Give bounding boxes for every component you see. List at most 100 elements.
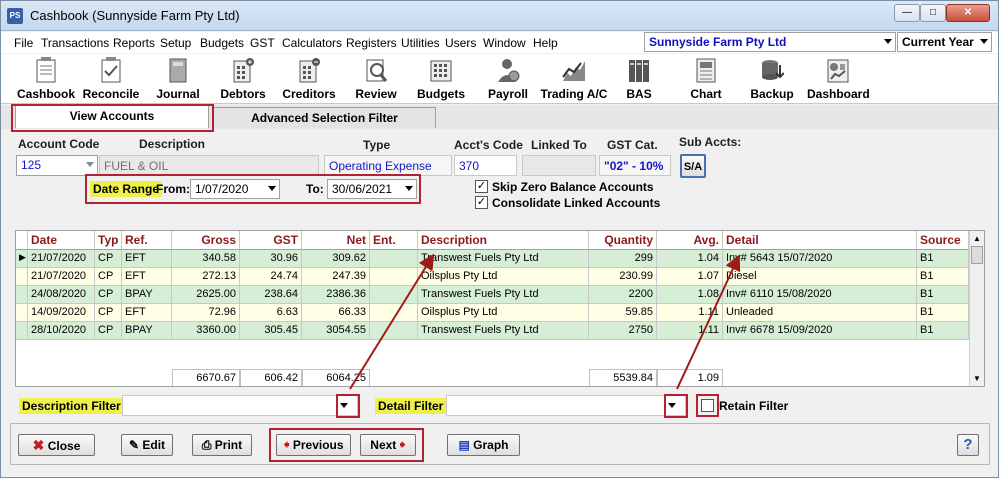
close-button[interactable]: ✖ Close bbox=[18, 434, 95, 456]
edit-icon: ✎ bbox=[128, 438, 140, 452]
date-to-value: 30/06/2021 bbox=[332, 182, 393, 196]
col-net[interactable]: Net bbox=[302, 231, 370, 250]
date-from-select[interactable]: 1/07/2020 bbox=[190, 179, 280, 199]
toolbar-label: Reconcile bbox=[82, 87, 140, 101]
col-source[interactable]: Source bbox=[917, 231, 969, 250]
scroll-thumb[interactable] bbox=[971, 246, 983, 264]
col-avg[interactable]: Avg. bbox=[657, 231, 723, 250]
menu-calculators[interactable]: Calculators bbox=[282, 36, 342, 50]
menu-bar: File Transactions Reports Setup Budgets … bbox=[1, 32, 998, 53]
toolbar-trading[interactable]: Trading A/C bbox=[539, 56, 609, 101]
menu-users[interactable]: Users bbox=[445, 36, 476, 50]
toolbar-backup[interactable]: Backup bbox=[749, 56, 795, 101]
table-row[interactable]: ▶ 21/07/2020 CP EFT 340.58 30.96 309.62 … bbox=[16, 250, 969, 268]
help-button[interactable]: ? bbox=[957, 434, 979, 456]
menu-transactions[interactable]: Transactions bbox=[41, 36, 109, 50]
menu-help[interactable]: Help bbox=[533, 36, 558, 50]
menu-reports[interactable]: Reports bbox=[113, 36, 155, 50]
toolbar-creditors[interactable]: Creditors bbox=[279, 56, 339, 101]
cell-ref: EFT bbox=[122, 268, 172, 286]
print-button[interactable]: ⎙ Print bbox=[192, 434, 252, 456]
row-indicator bbox=[16, 268, 28, 286]
date-from-value: 1/07/2020 bbox=[195, 182, 249, 196]
cell-ent bbox=[370, 250, 418, 268]
cell-gst: 24.74 bbox=[240, 268, 302, 286]
menu-window[interactable]: Window bbox=[483, 36, 526, 50]
table-row[interactable]: 14/09/2020 CP EFT 72.96 6.63 66.33 Oilsp… bbox=[16, 304, 969, 322]
menu-utilities[interactable]: Utilities bbox=[401, 36, 440, 50]
company-name: Sunnyside Farm Pty Ltd bbox=[649, 35, 787, 49]
table-row[interactable]: 24/08/2020 CP BPAY 2625.00 238.64 2386.3… bbox=[16, 286, 969, 304]
edit-button[interactable]: ✎ Edit bbox=[121, 434, 173, 456]
toolbar-label: Dashboard bbox=[807, 87, 870, 101]
close-window-button[interactable]: ✕ bbox=[946, 4, 990, 22]
menu-gst[interactable]: GST bbox=[250, 36, 275, 50]
cell-date: 21/07/2020 bbox=[28, 250, 95, 268]
toolbar-budgets[interactable]: Budgets bbox=[415, 56, 467, 101]
col-description[interactable]: Description bbox=[418, 231, 589, 250]
col-quantity[interactable]: Quantity bbox=[589, 231, 657, 250]
period-select[interactable]: Current Year bbox=[897, 32, 992, 52]
skip-zero-checkbox[interactable]: ✓ bbox=[475, 180, 488, 193]
menu-registers[interactable]: Registers bbox=[346, 36, 397, 50]
detail-filter-label: Detail Filter bbox=[375, 398, 447, 414]
next-button[interactable]: Next 🠺 bbox=[360, 434, 416, 456]
transactions-grid[interactable]: Date Typ Ref. Gross GST Net Ent. Descrip… bbox=[15, 230, 985, 387]
maximize-button[interactable]: □ bbox=[920, 4, 946, 22]
scroll-up-icon[interactable]: ▲ bbox=[973, 234, 981, 243]
cell-date: 21/07/2020 bbox=[28, 268, 95, 286]
graph-button-label: Graph bbox=[473, 438, 509, 452]
table-row[interactable]: 21/07/2020 CP EFT 272.13 24.74 247.39 Oi… bbox=[16, 268, 969, 286]
account-code-value: 125 bbox=[21, 158, 42, 172]
toolbar-payroll[interactable]: Payroll bbox=[485, 56, 531, 101]
company-select[interactable]: Sunnyside Farm Pty Ltd bbox=[644, 32, 896, 52]
col-gst[interactable]: GST bbox=[240, 231, 302, 250]
col-date[interactable]: Date bbox=[28, 231, 95, 250]
creditors-icon bbox=[296, 56, 322, 83]
minimize-button[interactable]: — bbox=[894, 4, 920, 22]
table-row[interactable]: 28/10/2020 CP BPAY 3360.00 305.45 3054.5… bbox=[16, 322, 969, 340]
col-detail[interactable]: Detail bbox=[723, 231, 917, 250]
toolbar-dashboard[interactable]: Dashboard bbox=[807, 56, 870, 101]
previous-button[interactable]: 🠸 Previous bbox=[276, 434, 351, 456]
menu-file[interactable]: File bbox=[14, 36, 33, 50]
detail-filter-input[interactable] bbox=[446, 395, 686, 416]
description-filter-dropdown-icon[interactable] bbox=[340, 403, 348, 408]
col-gross[interactable]: Gross bbox=[172, 231, 240, 250]
cell-gst: 30.96 bbox=[240, 250, 302, 268]
toolbar-bas[interactable]: BAS bbox=[619, 56, 659, 101]
cell-typ: CP bbox=[95, 286, 122, 304]
toolbar-review[interactable]: Review bbox=[351, 56, 401, 101]
toolbar-reconcile[interactable]: Reconcile bbox=[81, 56, 141, 101]
toolbar-cashbook[interactable]: Cashbook bbox=[15, 56, 77, 101]
sub-accounts-button[interactable]: S/A bbox=[680, 154, 706, 178]
graph-button[interactable]: ▤ Graph bbox=[447, 434, 520, 456]
cell-description: Transwest Fuels Pty Ltd bbox=[418, 322, 589, 340]
print-button-label: Print bbox=[214, 438, 243, 452]
retain-filter-checkbox[interactable] bbox=[701, 399, 714, 412]
accts-code-field[interactable]: 370 bbox=[454, 155, 517, 176]
cell-net: 3054.55 bbox=[302, 322, 370, 340]
detail-filter-dropdown-icon[interactable] bbox=[668, 403, 676, 408]
tab-advanced-selection-filter[interactable]: Advanced Selection Filter bbox=[213, 107, 436, 128]
toolbar-debtors[interactable]: Debtors bbox=[215, 56, 271, 101]
menu-setup[interactable]: Setup bbox=[160, 36, 191, 50]
account-description-field: FUEL & OIL bbox=[99, 155, 319, 176]
cell-detail: Inv# 6678 15/09/2020 bbox=[723, 322, 917, 340]
toolbar-journal[interactable]: Journal bbox=[151, 56, 205, 101]
date-to-select[interactable]: 30/06/2021 bbox=[327, 179, 417, 199]
cell-typ: CP bbox=[95, 268, 122, 286]
col-ent[interactable]: Ent. bbox=[370, 231, 418, 250]
consolidate-checkbox[interactable]: ✓ bbox=[475, 196, 488, 209]
toolbar-label: Journal bbox=[156, 87, 200, 101]
account-code-select[interactable]: 125 bbox=[16, 155, 98, 176]
col-ref[interactable]: Ref. bbox=[122, 231, 172, 250]
col-typ[interactable]: Typ bbox=[95, 231, 122, 250]
account-code-header: Account Code bbox=[18, 137, 100, 151]
grid-scrollbar[interactable]: ▲ ▼ bbox=[969, 231, 984, 386]
cell-ent bbox=[370, 322, 418, 340]
toolbar-chart[interactable]: Chart bbox=[685, 56, 727, 101]
menu-budgets[interactable]: Budgets bbox=[200, 36, 244, 50]
description-filter-input[interactable] bbox=[122, 395, 358, 416]
scroll-down-icon[interactable]: ▼ bbox=[973, 374, 981, 383]
